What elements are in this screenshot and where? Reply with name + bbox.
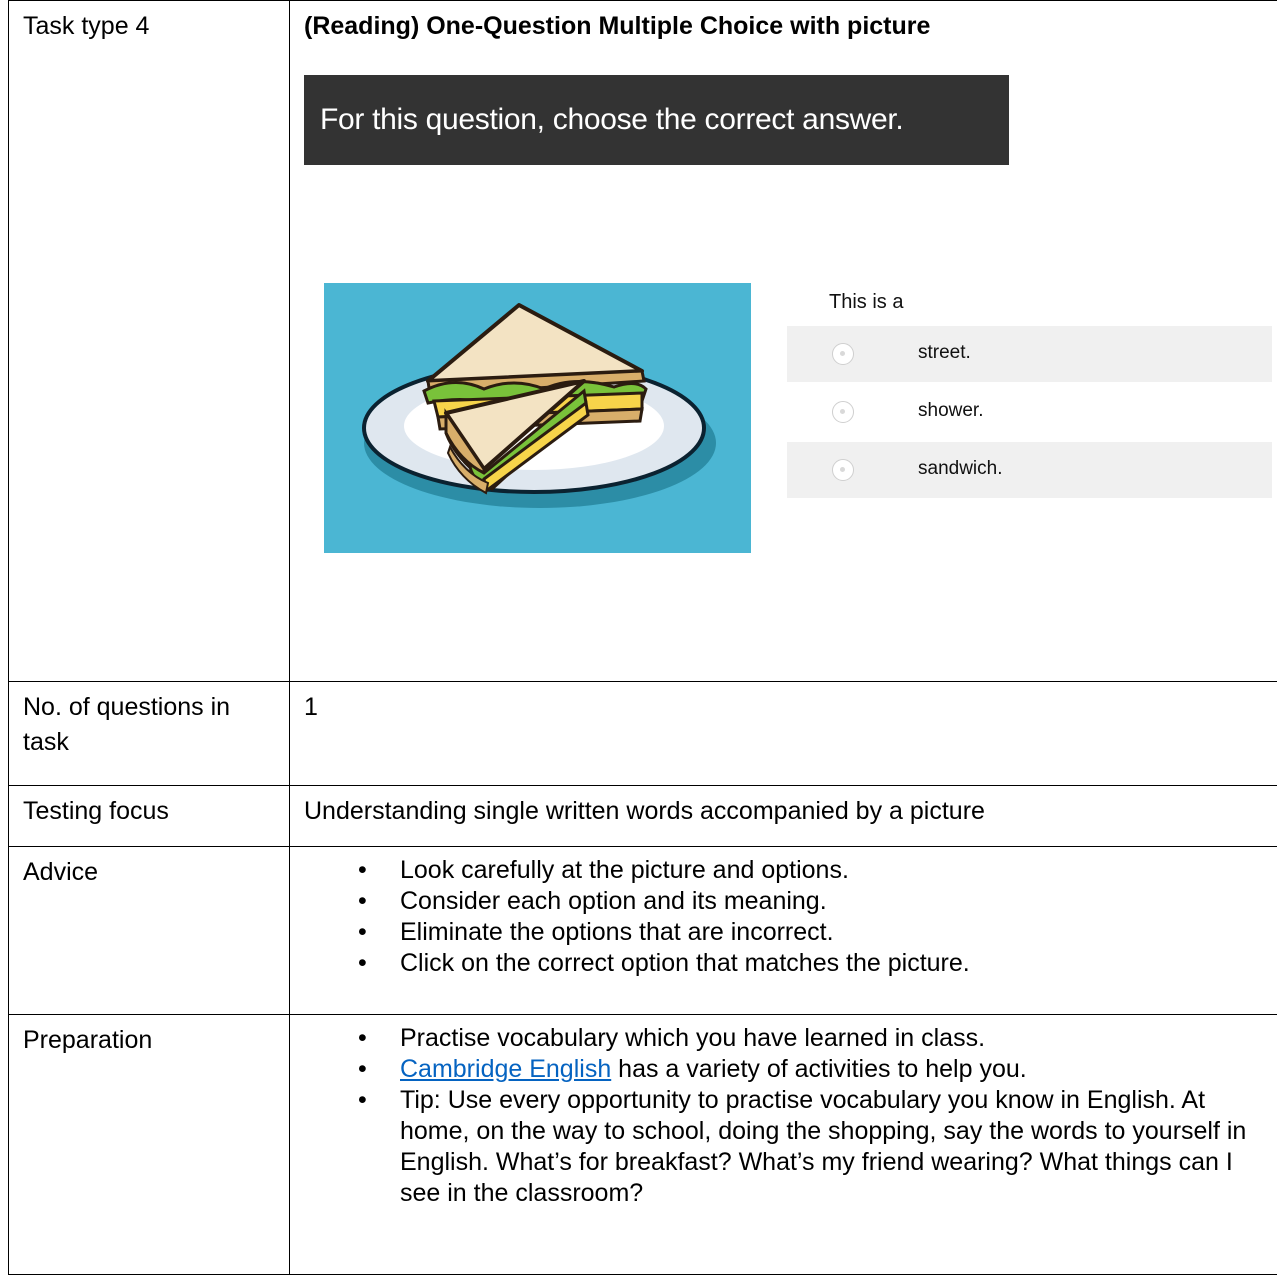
- cambridge-english-link[interactable]: Cambridge English: [400, 1055, 611, 1083]
- advice-label: Advice: [9, 847, 290, 1015]
- preparation-item-text: has a variety of activities to help you.: [611, 1055, 1027, 1083]
- preparation-list: Practise vocabulary which you have learn…: [304, 1023, 1277, 1209]
- questions-value: 1: [290, 682, 1277, 786]
- advice-item: Click on the correct option that matches…: [304, 948, 1277, 979]
- preparation-item: Practise vocabulary which you have learn…: [304, 1023, 1277, 1054]
- task-info-table: Task type 4 (Reading) One-Question Multi…: [8, 0, 1277, 1275]
- questions-label-line2: task: [23, 728, 69, 756]
- advice-list: Look carefully at the picture and option…: [304, 855, 1277, 979]
- radio-button[interactable]: [832, 401, 854, 423]
- radio-button[interactable]: [832, 343, 854, 365]
- advice-content: Look carefully at the picture and option…: [290, 847, 1277, 1015]
- sandwich-icon: [324, 283, 751, 553]
- preparation-label: Preparation: [9, 1015, 290, 1275]
- option-shower[interactable]: shower.: [787, 384, 1272, 440]
- focus-label: Testing focus: [9, 786, 290, 847]
- task-title: (Reading) One-Question Multiple Choice w…: [304, 9, 1277, 44]
- focus-row: Testing focus Understanding single writt…: [9, 786, 1277, 847]
- advice-item: Consider each option and its meaning.: [304, 886, 1277, 917]
- instruction-bar: For this question, choose the correct an…: [304, 75, 1009, 165]
- questions-row: No. of questions in task 1: [9, 682, 1277, 786]
- preparation-item: Cambridge English has a variety of activ…: [304, 1054, 1277, 1085]
- question-stem: This is a: [829, 290, 903, 314]
- preparation-item: Tip: Use every opportunity to practise v…: [304, 1085, 1277, 1209]
- advice-item: Eliminate the options that are incorrect…: [304, 917, 1277, 948]
- option-street[interactable]: street.: [787, 326, 1272, 382]
- advice-item: Look carefully at the picture and option…: [304, 855, 1277, 886]
- questions-label: No. of questions in task: [9, 682, 290, 786]
- questions-label-line1: No. of questions in: [23, 693, 230, 721]
- option-label: street.: [918, 341, 971, 365]
- advice-row: Advice Look carefully at the picture and…: [9, 847, 1277, 1015]
- radio-button[interactable]: [832, 459, 854, 481]
- preparation-row: Preparation Practise vocabulary which yo…: [9, 1015, 1277, 1275]
- option-label: sandwich.: [918, 457, 1003, 481]
- task-type-label: Task type 4: [9, 1, 290, 682]
- focus-value: Understanding single written words accom…: [290, 786, 1277, 847]
- option-label: shower.: [918, 399, 983, 423]
- preparation-content: Practise vocabulary which you have learn…: [290, 1015, 1277, 1275]
- sandwich-picture: [324, 283, 751, 553]
- option-sandwich[interactable]: sandwich.: [787, 442, 1272, 498]
